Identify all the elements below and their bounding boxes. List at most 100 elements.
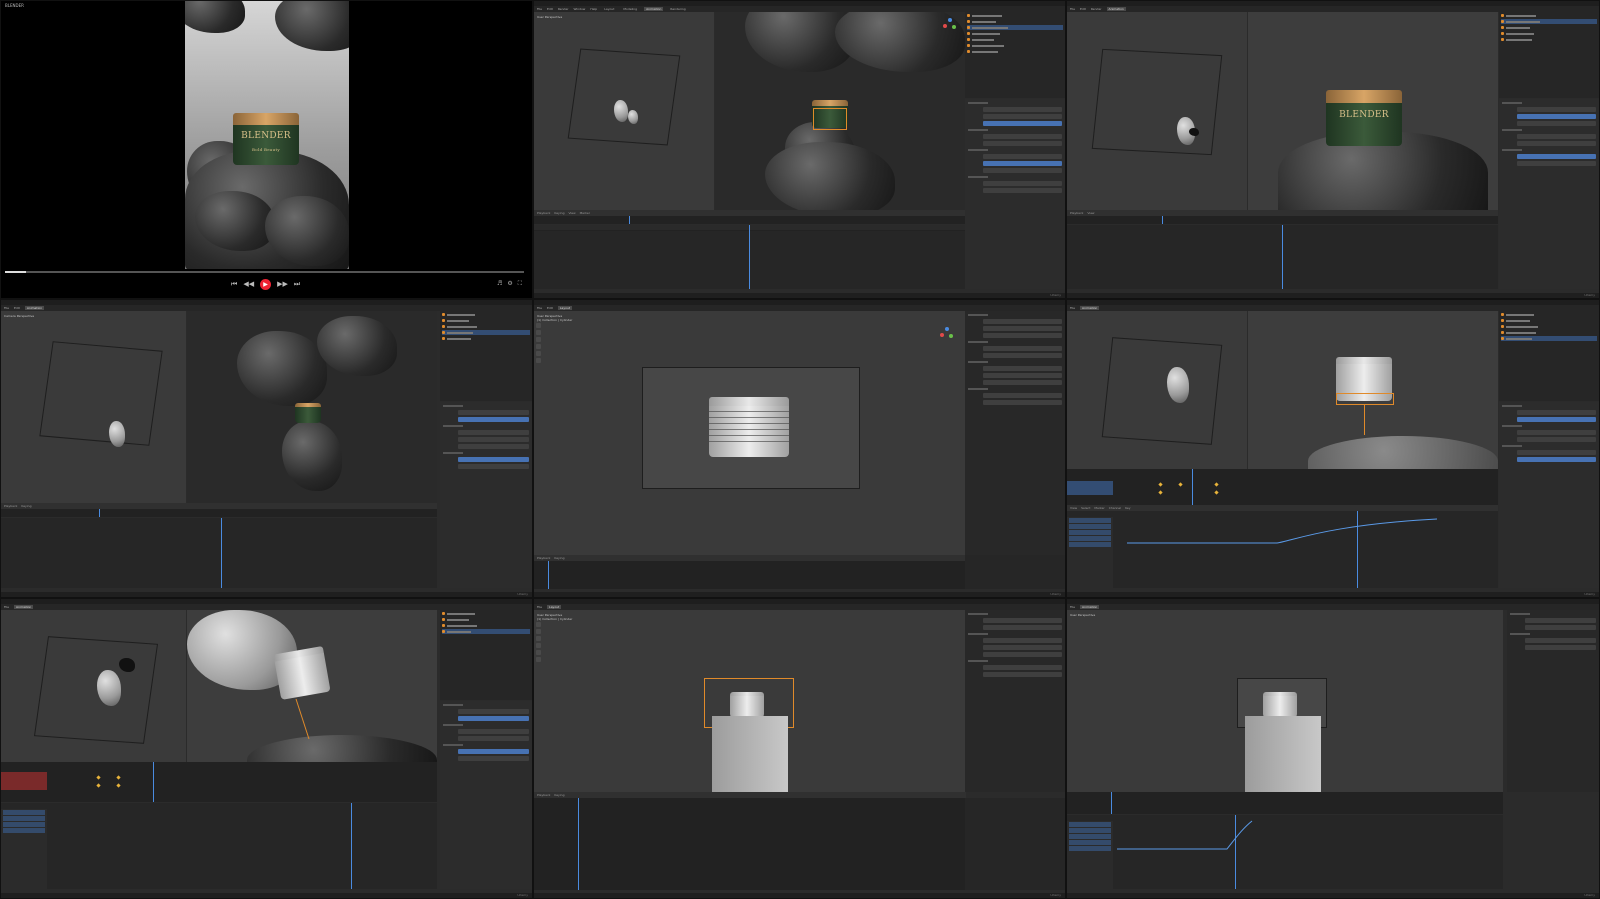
render-viewport[interactable] [1248,311,1498,469]
tool-shelf[interactable] [536,622,541,664]
status-bar: Udemy [534,592,1065,597]
timeline[interactable] [1067,792,1503,814]
status-bar: Udemy [534,293,1065,298]
viewport[interactable]: User Perspective [1067,610,1503,792]
menu-help[interactable]: Help [590,7,597,11]
player-controls: ⏮ ◀◀ ▶ ▶▶ ⏭ ♬ ⚙ ⛶ [1,277,532,291]
timeline[interactable] [534,798,966,890]
rock-top-left [185,1,245,33]
parent-line [1364,405,1365,435]
menu-file[interactable]: File [537,7,542,11]
rock-thumb [614,100,628,122]
cylinder-object [709,397,789,457]
rewind-icon[interactable]: ◀◀ [243,277,254,291]
graph-editor[interactable] [1,803,437,889]
camera-view-left[interactable] [1,610,186,762]
box-object [1245,716,1321,792]
menu-edit[interactable]: Edit [547,7,553,11]
tab-rendering[interactable]: Rendering [668,7,687,11]
outliner-panel[interactable] [440,311,532,401]
skip-back-icon[interactable]: ⏮ [231,277,237,291]
dopesheet[interactable] [1,762,437,802]
viewport-info: User Perspective [537,15,563,19]
render-preview: BLENDER Bold Beauty [185,1,349,269]
tab-layout[interactable]: Layout [602,7,616,11]
render-viewport[interactable] [187,610,437,762]
f-curve[interactable] [1067,815,1503,889]
volume-icon[interactable]: ♬ [497,280,502,288]
n-panel[interactable] [965,610,1065,792]
render-viewport[interactable] [187,311,437,503]
graph-editor[interactable] [1067,225,1498,289]
graph-editor[interactable] [534,225,965,289]
timeline[interactable] [534,216,965,224]
screenshot-grid: BLENDER BLENDER Bold Beauty ⏮ ◀◀ ▶ ▶▶ ⏭ [0,0,1600,899]
blender-window-cylinder-anim: File Animation View Select Marker Channe… [1066,299,1600,598]
viewport[interactable]: User Perspective (1) Collection | Cylinde… [534,610,966,792]
forward-icon[interactable]: ▶▶ [277,277,288,291]
navigation-gizmo[interactable] [943,18,957,32]
properties-panel[interactable] [440,402,532,588]
cylinder-object [273,646,331,700]
menu-window[interactable]: Window [574,7,586,11]
graph-editor[interactable] [1,518,437,588]
camera-view-left[interactable]: User Perspective [534,12,714,210]
navigation-gizmo[interactable] [940,327,954,341]
blender-window-closeup: File Edit Render Animation BLENDER Playb… [1066,0,1600,299]
f-curve[interactable] [1067,511,1498,588]
timeline[interactable] [534,561,966,589]
status-bar: Udemy [1067,592,1599,597]
menu-render[interactable]: Render [558,7,569,11]
rock-pedestal [765,142,895,210]
fullscreen-icon[interactable]: ⛶ [518,280,522,288]
outliner-panel[interactable] [440,610,532,700]
camera-view-left[interactable] [1067,311,1247,469]
outliner-panel[interactable] [965,12,1065,98]
tab-animation[interactable]: Animation [1106,7,1126,11]
jar-subtitle: Bold Beauty [252,147,280,152]
play-icon[interactable]: ▶ [260,278,272,290]
skip-forward-icon[interactable]: ⏭ [294,277,300,291]
graph-editor[interactable] [1067,511,1498,588]
tab-animation[interactable]: Animation [644,7,664,11]
tab-modeling[interactable]: Modeling [621,7,639,11]
blender-window-rocks-2: File Edit Animation Camera Perspective P… [0,299,533,598]
timeline[interactable] [1,509,437,517]
status-bar: Udemy [1067,293,1599,298]
status-bar: Udemy [1067,893,1599,898]
tool-shelf[interactable] [536,323,541,365]
rock-thumb-2 [628,110,638,124]
render-viewport[interactable] [715,12,965,210]
camera-view-left[interactable] [1067,12,1247,210]
blender-window-rocks: File Edit Render Window Help Layout Mode… [533,0,1066,299]
dopesheet[interactable] [1067,469,1498,505]
properties-panel[interactable] [1499,99,1599,289]
timeline[interactable] [1067,216,1498,224]
cylinder-object [1263,692,1297,718]
player-title: BLENDER [5,3,24,8]
outliner-panel[interactable] [1499,311,1599,401]
outliner-panel[interactable] [1499,12,1599,98]
n-panel[interactable] [1507,610,1599,792]
blender-window-box-graph: File Animation User Perspective Udemy [1066,598,1600,899]
video-player: BLENDER BLENDER Bold Beauty ⏮ ◀◀ ▶ ▶▶ ⏭ [0,0,533,299]
properties-panel[interactable] [1499,402,1599,588]
render-viewport[interactable]: BLENDER [1248,12,1498,210]
status-bar: Udemy [1,592,532,597]
n-panel[interactable] [965,311,1065,555]
status-bar: Udemy [534,893,1065,898]
graph-playhead[interactable] [749,225,750,289]
blender-window-cylinder: File Edit Layout User Perspective (1) Col… [533,299,1066,598]
blender-window-box: File Layout User Perspective (1) Collecti… [533,598,1066,899]
properties-panel[interactable] [440,701,532,889]
settings-icon[interactable]: ⚙ [507,280,512,288]
camera-frame [567,48,681,146]
seek-bar[interactable] [5,271,524,273]
product-jar: BLENDER Bold Beauty [233,113,299,165]
playhead[interactable] [629,216,630,224]
graph-editor[interactable] [1067,815,1503,889]
viewport[interactable]: User Perspective (1) Collection | Cylinde… [534,311,966,555]
properties-panel[interactable] [965,99,1065,289]
cylinder-object [730,692,764,718]
camera-view-left[interactable]: Camera Perspective [1,311,186,503]
